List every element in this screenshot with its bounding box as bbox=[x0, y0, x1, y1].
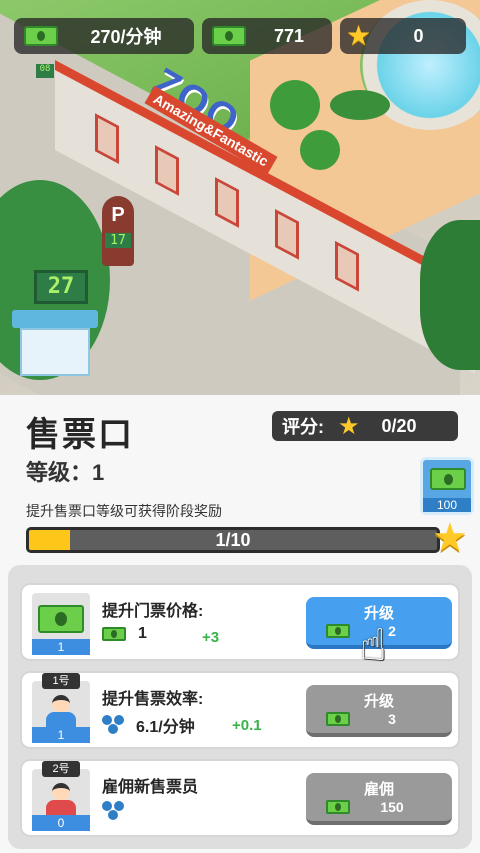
cost-value: 3 bbox=[388, 711, 396, 727]
hire-ticket-seller: 2号 0 雇佣新售票员 雇佣 150 bbox=[20, 759, 460, 837]
upgrade-efficiency-button[interactable]: 升级 3 bbox=[306, 685, 452, 737]
hire-button[interactable]: 雇佣 150 bbox=[306, 773, 452, 825]
stars-display: ★ 0 bbox=[340, 18, 466, 54]
clerk-2-thumb: 2号 0 bbox=[32, 761, 90, 831]
parking-letter: P bbox=[111, 204, 125, 226]
avatar-head bbox=[52, 695, 70, 713]
bush bbox=[330, 90, 390, 120]
button-cost: 150 bbox=[326, 799, 422, 815]
star-icon: ★ bbox=[432, 516, 468, 560]
ticket-price-thumb: 1 bbox=[32, 593, 90, 655]
stat-delta: +3 bbox=[202, 629, 220, 646]
parking-counter: 17 bbox=[105, 233, 131, 248]
cash-icon bbox=[38, 605, 84, 633]
income-rate-display: 270/分钟 bbox=[14, 18, 194, 54]
reward-amount: 100 bbox=[423, 498, 471, 512]
people-icon bbox=[102, 801, 128, 821]
cash-icon bbox=[102, 627, 126, 641]
cash-display: 771 bbox=[202, 18, 332, 54]
clerk-avatar bbox=[44, 783, 78, 817]
thumb-level-badge: 0 bbox=[32, 815, 90, 831]
stat-value: 1 bbox=[138, 625, 147, 642]
zoo-scene[interactable]: ZOO Amazing&Fantastic 08 P 17 27 bbox=[0, 0, 480, 395]
stat-value: 6.1/分钟 bbox=[136, 719, 195, 736]
booth-body bbox=[20, 328, 90, 376]
panel-title: 售票口 bbox=[26, 416, 134, 454]
people-icon bbox=[102, 715, 128, 735]
booth-counter: 27 bbox=[34, 270, 88, 304]
gate-door bbox=[155, 145, 179, 196]
upgrade-stat: 6.1/分钟 bbox=[102, 713, 195, 737]
clerk-tag: 1号 bbox=[42, 673, 80, 689]
upgrade-ticket-efficiency: 1号 1 提升售票效率: 6.1/分钟 +0.1 升级 3 bbox=[20, 671, 460, 749]
stat-delta: +0.1 bbox=[232, 717, 262, 734]
rating-badge: 评分: ★ 0/20 bbox=[272, 411, 458, 441]
avatar-head bbox=[52, 783, 70, 801]
upgrade-name: 提升门票价格: bbox=[102, 603, 204, 620]
palm-tree bbox=[270, 80, 320, 130]
gate-door bbox=[335, 240, 359, 292]
upgrade-stat bbox=[102, 801, 136, 821]
button-label: 雇佣 bbox=[363, 781, 394, 798]
upgrade-ticket-price: 1 提升门票价格: 1 +3 升级 2 bbox=[20, 583, 460, 661]
gate-counter: 08 bbox=[36, 64, 54, 78]
cash-icon bbox=[326, 800, 350, 814]
clerk-1-thumb: 1号 1 bbox=[32, 673, 90, 743]
income-rate-value: 270/分钟 bbox=[90, 27, 162, 47]
upgrade-name: 雇佣新售票员 bbox=[102, 779, 199, 796]
reward-hint: 提升售票口等级可获得阶段奖励 bbox=[26, 503, 222, 519]
gate-door bbox=[275, 208, 299, 260]
palm-tree bbox=[300, 130, 340, 170]
reward-chest[interactable]: 100 bbox=[420, 457, 474, 515]
parking-sign[interactable]: P 17 bbox=[102, 196, 134, 266]
rating-value: 0/20 bbox=[381, 415, 417, 436]
clerk-avatar bbox=[44, 695, 78, 729]
cash-icon bbox=[24, 26, 58, 46]
rating-label: 评分: bbox=[282, 417, 324, 437]
booth-roof bbox=[12, 310, 98, 328]
progress-text: 1/10 bbox=[215, 530, 251, 550]
tree bbox=[420, 220, 480, 370]
booth-upgrade-panel: 售票口 等级：1 评分: ★ 0/20 100 提升售票口等级可获得阶段奖励 1… bbox=[0, 395, 480, 853]
star-icon: ★ bbox=[338, 412, 360, 440]
thumb-level-badge: 1 bbox=[32, 639, 90, 655]
cash-icon bbox=[212, 26, 246, 46]
button-cost: 3 bbox=[326, 711, 422, 727]
ticket-booth[interactable]: 27 bbox=[12, 270, 98, 380]
upgrade-stat: 1 bbox=[102, 625, 147, 643]
level-label: 等级：1 bbox=[26, 460, 105, 485]
gate-door bbox=[95, 113, 119, 165]
level-progress-bar: 1/10 bbox=[26, 527, 440, 553]
cost-value: 150 bbox=[380, 799, 404, 815]
cash-icon bbox=[326, 624, 350, 638]
button-label: 升级 bbox=[363, 693, 394, 710]
upgrade-name: 提升售票效率: bbox=[102, 691, 204, 708]
tutorial-hand-pointer-icon: ☝ bbox=[360, 621, 387, 670]
star-icon: ★ bbox=[346, 20, 372, 51]
resource-bar: 270/分钟 771 ★ 0 bbox=[14, 18, 466, 54]
thumb-level-badge: 1 bbox=[32, 727, 90, 743]
cash-value: 771 bbox=[273, 25, 305, 46]
clerk-tag: 2号 bbox=[42, 761, 80, 777]
stars-value: 0 bbox=[413, 25, 424, 46]
gate-door bbox=[215, 177, 239, 228]
cash-icon bbox=[326, 712, 350, 726]
cash-icon bbox=[430, 468, 466, 490]
upgrade-list: 1 提升门票价格: 1 +3 升级 2 1号 1 提升售票效率: 6.1/分钟 … bbox=[8, 565, 472, 849]
